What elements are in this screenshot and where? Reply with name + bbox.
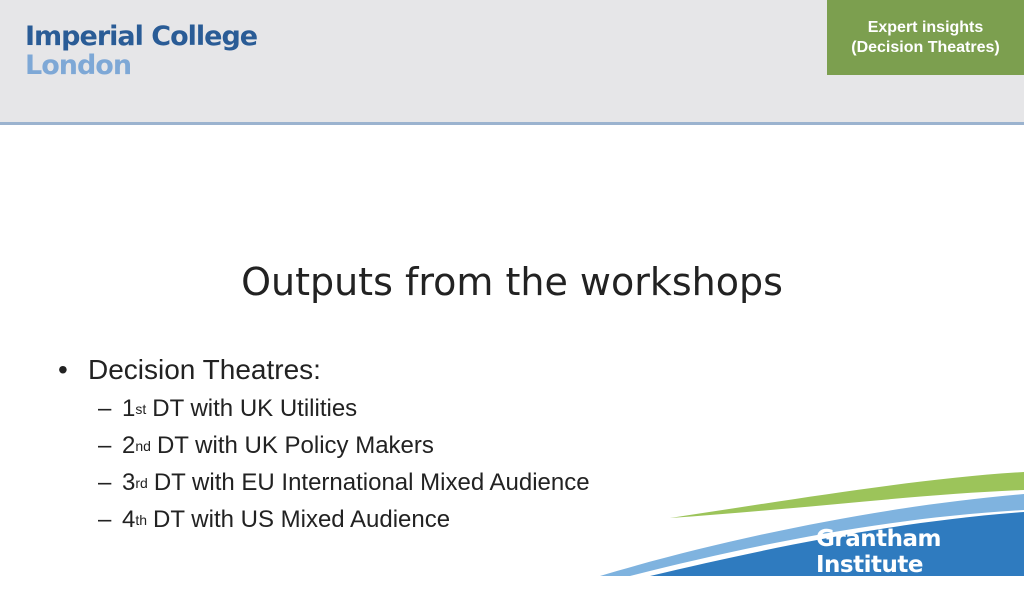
item-number: 4 — [122, 506, 136, 533]
section-badge: Expert insights (Decision Theatres) — [827, 0, 1024, 75]
dash-icon: – — [98, 395, 112, 422]
item-number: 1 — [122, 395, 136, 422]
logo-line-imperial-college: Imperial College — [25, 21, 258, 52]
grantham-institute-subtitle: Climate Change and the Environment — [816, 578, 1014, 591]
badge-line-1: Expert insights — [867, 18, 984, 36]
bullet-list: • Decision Theatres: – 1st DT with UK Ut… — [58, 352, 590, 538]
sub-bullet-item: – 2nd DT with UK Policy Makers — [98, 427, 590, 464]
sub-bullet-item: – 3rd DT with EU International Mixed Aud… — [98, 464, 590, 501]
badge-line-2: (Decision Theatres) — [851, 38, 1000, 56]
sub-bullet-item: – 4th DT with US Mixed Audience — [98, 501, 590, 538]
item-text: DT with US Mixed Audience — [153, 506, 451, 533]
slide-title: Outputs from the workshops — [241, 260, 783, 304]
item-number: 3 — [122, 469, 136, 496]
bullet-dot-icon: • — [58, 354, 68, 385]
grantham-institute-name: Grantham Institute — [816, 526, 941, 578]
dash-icon: – — [98, 469, 112, 496]
dash-icon: – — [98, 432, 112, 459]
logo-line-london: London — [25, 50, 132, 81]
item-text: DT with UK Utilities — [152, 395, 358, 422]
imperial-college-logo: Imperial College London — [25, 21, 258, 81]
bullet-decision-theatres: • Decision Theatres: — [58, 352, 590, 388]
slide-header: Imperial College London Expert insights … — [0, 0, 1024, 125]
item-number: 2 — [122, 432, 136, 459]
item-text: DT with UK Policy Makers — [156, 432, 434, 459]
grantham-institute-logo: Grantham Institute Climate Change and th… — [816, 526, 1024, 592]
dash-icon: – — [98, 506, 112, 533]
sub-bullet-item: – 1st DT with UK Utilities — [98, 390, 590, 427]
sub-bullet-list: – 1st DT with UK Utilities – 2nd DT with… — [98, 390, 590, 538]
item-text: DT with EU International Mixed Audience — [153, 469, 590, 496]
bullet-text: Decision Theatres: — [88, 354, 321, 385]
